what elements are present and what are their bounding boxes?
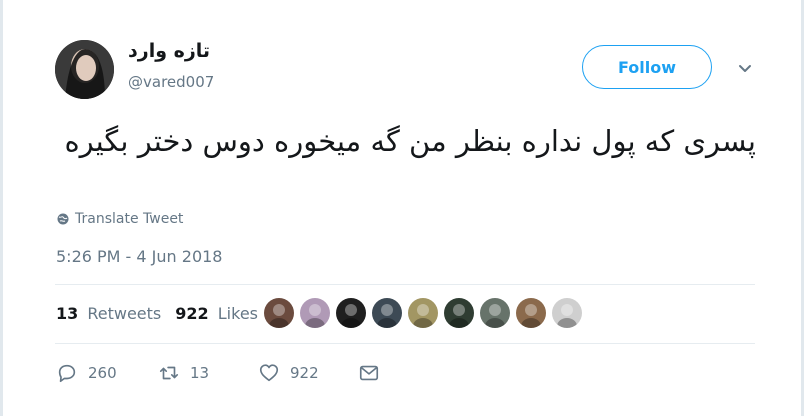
liker-avatar[interactable] bbox=[264, 298, 294, 328]
direct-message-action[interactable] bbox=[358, 362, 380, 384]
retweet-count: 13 bbox=[190, 364, 210, 382]
heart-icon bbox=[259, 364, 279, 382]
tweet-actions: 260 13 922 bbox=[56, 362, 416, 390]
tweet-timestamp[interactable]: 5:26 PM - 4 Jun 2018 bbox=[56, 247, 222, 266]
liker-avatar[interactable] bbox=[444, 298, 474, 328]
liker-avatar[interactable] bbox=[300, 298, 330, 328]
liker-avatar-image bbox=[521, 304, 541, 328]
retweets-stat[interactable]: 13 Retweets bbox=[56, 304, 161, 323]
liker-avatar[interactable] bbox=[516, 298, 546, 328]
liker-avatar[interactable] bbox=[552, 298, 582, 328]
liker-avatar[interactable] bbox=[372, 298, 402, 328]
tweet-stats: 13 Retweets 922 Likes bbox=[56, 304, 258, 323]
tweet-text: پسری که پول نداره بنظر من گه میخوره دوس … bbox=[64, 124, 756, 158]
liker-avatar-image bbox=[377, 304, 397, 328]
liker-avatar-image bbox=[269, 304, 289, 328]
liker-avatar-image bbox=[449, 304, 469, 328]
liker-avatar[interactable] bbox=[336, 298, 366, 328]
divider bbox=[55, 343, 755, 344]
translate-tweet-link[interactable]: Translate Tweet bbox=[57, 211, 183, 227]
author-avatar[interactable] bbox=[55, 40, 114, 99]
author-display-name[interactable]: تازه وارد bbox=[128, 40, 210, 62]
liker-avatar-image bbox=[485, 304, 505, 328]
likes-count: 922 bbox=[175, 304, 209, 323]
retweet-action[interactable]: 13 bbox=[158, 362, 209, 384]
liker-avatar-image bbox=[305, 304, 325, 328]
reply-count: 260 bbox=[88, 364, 117, 382]
liker-avatar-image bbox=[341, 304, 361, 328]
timeline-left-edge bbox=[0, 0, 3, 416]
liker-avatar[interactable] bbox=[480, 298, 510, 328]
follow-button[interactable]: Follow bbox=[582, 45, 712, 89]
translate-tweet-label: Translate Tweet bbox=[75, 211, 184, 227]
retweets-label: Retweets bbox=[87, 304, 162, 323]
reply-icon bbox=[58, 364, 76, 383]
liker-avatars bbox=[264, 298, 582, 328]
like-count: 922 bbox=[290, 364, 319, 382]
avatar-image bbox=[55, 40, 114, 99]
likes-stat[interactable]: 922 Likes bbox=[175, 304, 258, 323]
liker-avatar[interactable] bbox=[408, 298, 438, 328]
globe-icon bbox=[57, 213, 69, 225]
chevron-down-icon[interactable] bbox=[736, 59, 754, 77]
like-action[interactable]: 922 bbox=[258, 362, 319, 384]
likes-label: Likes bbox=[217, 304, 258, 323]
liker-avatar-image bbox=[413, 304, 433, 328]
retweet-icon bbox=[159, 366, 179, 380]
liker-avatar-image bbox=[557, 304, 577, 328]
envelope-icon bbox=[359, 365, 379, 381]
author-handle[interactable]: @vared007 bbox=[128, 73, 214, 91]
retweets-count: 13 bbox=[56, 304, 79, 323]
divider bbox=[55, 284, 755, 285]
reply-action[interactable]: 260 bbox=[56, 362, 117, 384]
